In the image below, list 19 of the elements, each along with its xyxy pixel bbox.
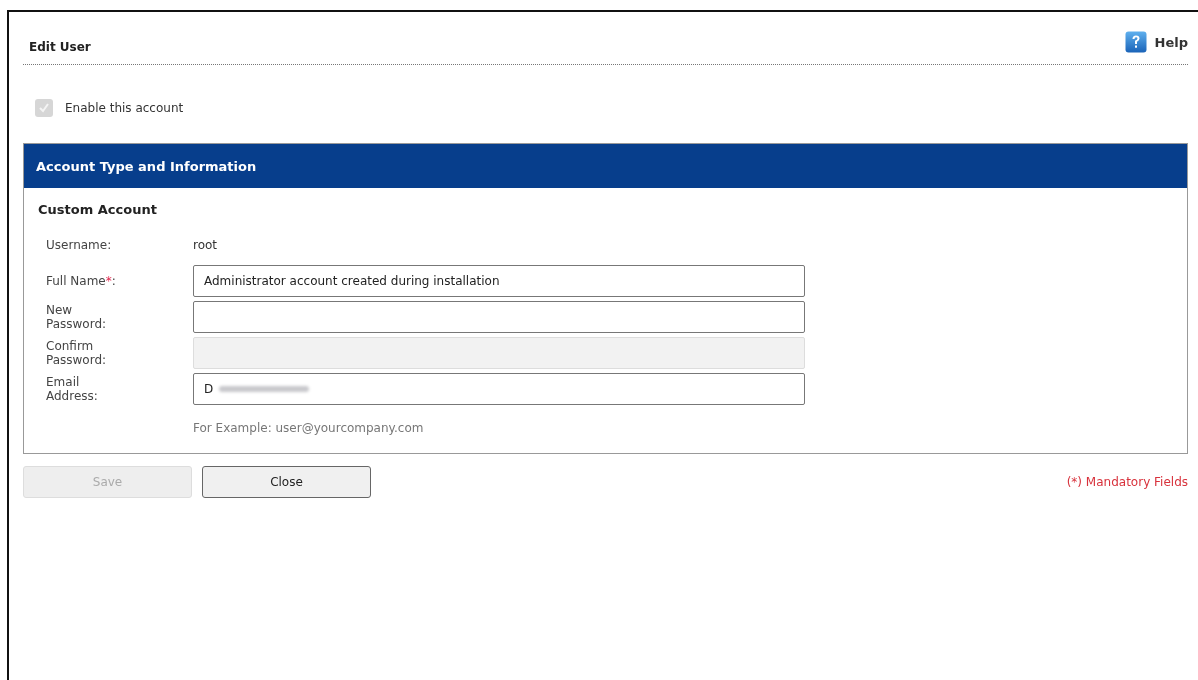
checkmark-icon	[38, 102, 50, 114]
panel-header: Account Type and Information	[24, 144, 1187, 188]
help-link[interactable]: Help	[1124, 31, 1188, 53]
input-field[interactable]: D	[193, 373, 805, 405]
checkbox-label: Enable this account	[65, 101, 184, 115]
field-label: Full Name*:	[46, 273, 117, 289]
page-title: Edit User	[29, 40, 91, 54]
field-label: New Password:	[46, 302, 108, 332]
mandatory-note: (*) Mandatory Fields	[1066, 475, 1188, 489]
field-label: Email Address:	[46, 374, 99, 404]
help-icon	[1124, 31, 1147, 53]
field-value: root	[193, 238, 218, 252]
input-field[interactable]	[193, 301, 805, 333]
section-title: Custom Account	[38, 202, 158, 217]
hint-text: For Example: user@yourcompany.com	[193, 421, 425, 435]
close-button[interactable]: Close	[202, 466, 371, 498]
input-field[interactable]: Administrator account created during installation	[193, 265, 805, 297]
field-label: Confirm Password:	[46, 338, 108, 368]
field-label: Username:	[46, 237, 113, 253]
